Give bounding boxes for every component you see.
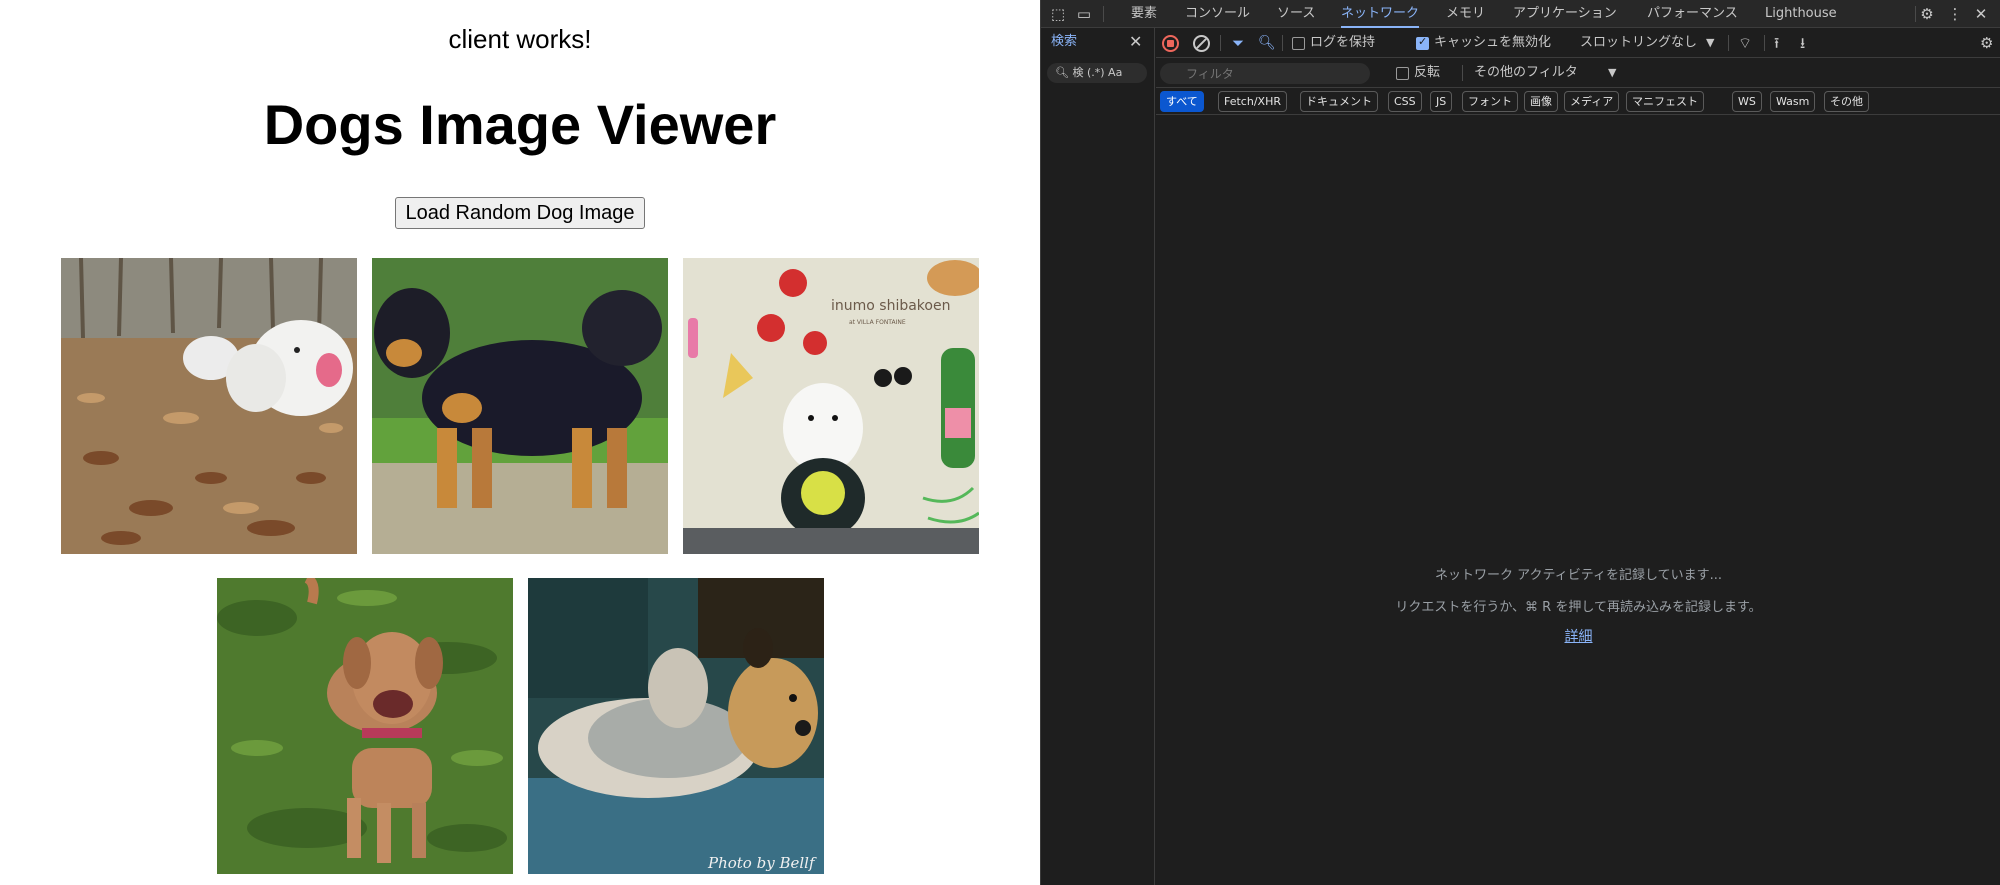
search-options-text: 検 (.*) Aa <box>1072 66 1123 79</box>
type-filter-manifest[interactable]: マニフェスト <box>1626 91 1704 112</box>
export-har-icon[interactable]: ⭳ <box>1800 28 1805 58</box>
invert-checkbox[interactable] <box>1396 67 1409 80</box>
record-stop-button[interactable] <box>1162 35 1179 52</box>
devtools-panel: ⬚ ▭ 要素 コンソール ソース ネットワーク メモリ アプリケーション パフォ… <box>1040 0 2000 885</box>
invert-label: 反転 <box>1414 65 1441 80</box>
filter-bar: ⏷ 反転 その他のフィルタ ▼ <box>1156 58 2000 88</box>
search-input[interactable]: 🔍︎ 検 (.*) Aa <box>1047 63 1147 83</box>
filter-input[interactable] <box>1160 63 1370 84</box>
filter-funnel-icon[interactable]: ⏷ <box>1232 28 1244 58</box>
search-icon: 🔍︎ <box>1055 66 1069 79</box>
type-filter-all[interactable]: すべて <box>1160 91 1204 112</box>
type-filter-media[interactable]: メディア <box>1564 91 1620 112</box>
clear-log-button[interactable] <box>1193 35 1210 52</box>
close-search-icon[interactable]: ✕ <box>1129 28 1142 56</box>
type-filter-css[interactable]: CSS <box>1388 91 1422 112</box>
learn-more-link[interactable]: 詳細 <box>1565 626 1593 646</box>
close-devtools-icon[interactable]: ✕ <box>1969 0 1993 28</box>
tab-application[interactable]: アプリケーション <box>1513 0 1617 28</box>
search-icon[interactable]: 🔍︎ <box>1258 28 1276 58</box>
svg-text:Photo by Bellf: Photo by Bellf <box>707 854 817 872</box>
type-filter-ws[interactable]: WS <box>1732 91 1762 112</box>
tab-lighthouse[interactable]: Lighthouse <box>1765 0 1837 28</box>
page-title: Dogs Image Viewer <box>263 93 777 156</box>
preserve-log-label: ログを保持 <box>1310 35 1376 50</box>
resource-type-filters: すべて Fetch/XHR ドキュメント CSS JS フォント 画像 メディア… <box>1156 88 2000 115</box>
network-empty-state: ネットワーク アクティビティを記録しています... リクエストを行うか、⌘ R … <box>1156 560 2000 646</box>
dog-image-4 <box>217 578 513 874</box>
import-har-icon[interactable]: ⭱ <box>1774 28 1779 58</box>
svg-text:at VILLA FONTAINE: at VILLA FONTAINE <box>849 319 906 326</box>
type-filter-image[interactable]: 画像 <box>1524 91 1558 112</box>
type-filter-fetch-xhr[interactable]: Fetch/XHR <box>1218 91 1287 112</box>
dog-image-5: Photo by Bellf <box>528 578 824 874</box>
more-filters-dropdown[interactable]: その他のフィルタ <box>1474 58 1578 88</box>
disable-cache-label: キャッシュを無効化 <box>1434 35 1552 50</box>
type-filter-font[interactable]: フォント <box>1462 91 1518 112</box>
tab-network[interactable]: ネットワーク <box>1341 0 1420 28</box>
tab-performance[interactable]: パフォーマンス <box>1647 0 1738 28</box>
tab-sources[interactable]: ソース <box>1277 0 1315 28</box>
inspect-element-icon[interactable]: ⬚ <box>1047 0 1069 28</box>
reload-hint-text: リクエストを行うか、⌘ R を押して再読み込みを記録します。 <box>1395 600 1762 615</box>
disable-cache-checkbox[interactable] <box>1416 35 1429 50</box>
devtools-tab-bar: ⬚ ▭ 要素 コンソール ソース ネットワーク メモリ アプリケーション パフォ… <box>1041 0 2000 28</box>
toolbar-separator <box>1220 35 1221 51</box>
dog-image-2 <box>372 258 668 554</box>
search-panel: 検索 ✕ 🔍︎ 検 (.*) Aa <box>1041 28 1155 885</box>
toolbar-separator <box>1282 35 1283 51</box>
client-works-text: client works! <box>448 24 592 54</box>
toolbar-separator <box>1764 35 1765 51</box>
chevron-down-icon[interactable]: ▼ <box>1706 28 1714 58</box>
tab-elements[interactable]: 要素 <box>1131 0 1157 28</box>
type-filter-document[interactable]: ドキュメント <box>1300 91 1378 112</box>
throttling-select[interactable]: スロットリングなし <box>1580 28 1697 58</box>
settings-gear-icon[interactable]: ⚙ <box>1907 0 1947 28</box>
dog-image-3: inumo shibakoen at VILLA FONTAINE <box>683 258 979 554</box>
device-toolbar-icon[interactable]: ▭ <box>1073 0 1095 28</box>
load-random-dog-button[interactable]: Load Random Dog Image <box>395 197 645 229</box>
type-filter-other[interactable]: その他 <box>1824 91 1869 112</box>
network-settings-gear-icon[interactable]: ⚙ <box>1980 28 1993 58</box>
recording-activity-text: ネットワーク アクティビティを記録しています... <box>1435 568 1722 583</box>
preserve-log-checkbox[interactable] <box>1292 37 1305 50</box>
svg-text:inumo shibakoen: inumo shibakoen <box>831 298 950 314</box>
toolbar-separator <box>1462 65 1463 81</box>
tab-console[interactable]: コンソール <box>1185 0 1250 28</box>
toolbar-separator <box>1728 35 1729 51</box>
more-options-icon[interactable]: ⋮ <box>1943 0 1967 28</box>
type-filter-wasm[interactable]: Wasm <box>1770 91 1816 112</box>
chevron-down-icon[interactable]: ▼ <box>1608 58 1616 88</box>
tab-memory[interactable]: メモリ <box>1446 0 1485 28</box>
network-conditions-icon[interactable]: ⌔ <box>1738 28 1752 58</box>
search-tab[interactable]: 検索 <box>1051 28 1077 56</box>
dog-image-1 <box>61 258 357 554</box>
tab-separator <box>1103 6 1104 22</box>
web-page-viewport: client works! Dogs Image Viewer Load Ran… <box>0 0 1040 885</box>
type-filter-js[interactable]: JS <box>1430 91 1453 112</box>
network-toolbar: ⏷ 🔍︎ ログを保持 キャッシュを無効化 スロットリングなし ▼ ⌔ ⭱ ⭳ ⚙ <box>1156 28 2000 58</box>
